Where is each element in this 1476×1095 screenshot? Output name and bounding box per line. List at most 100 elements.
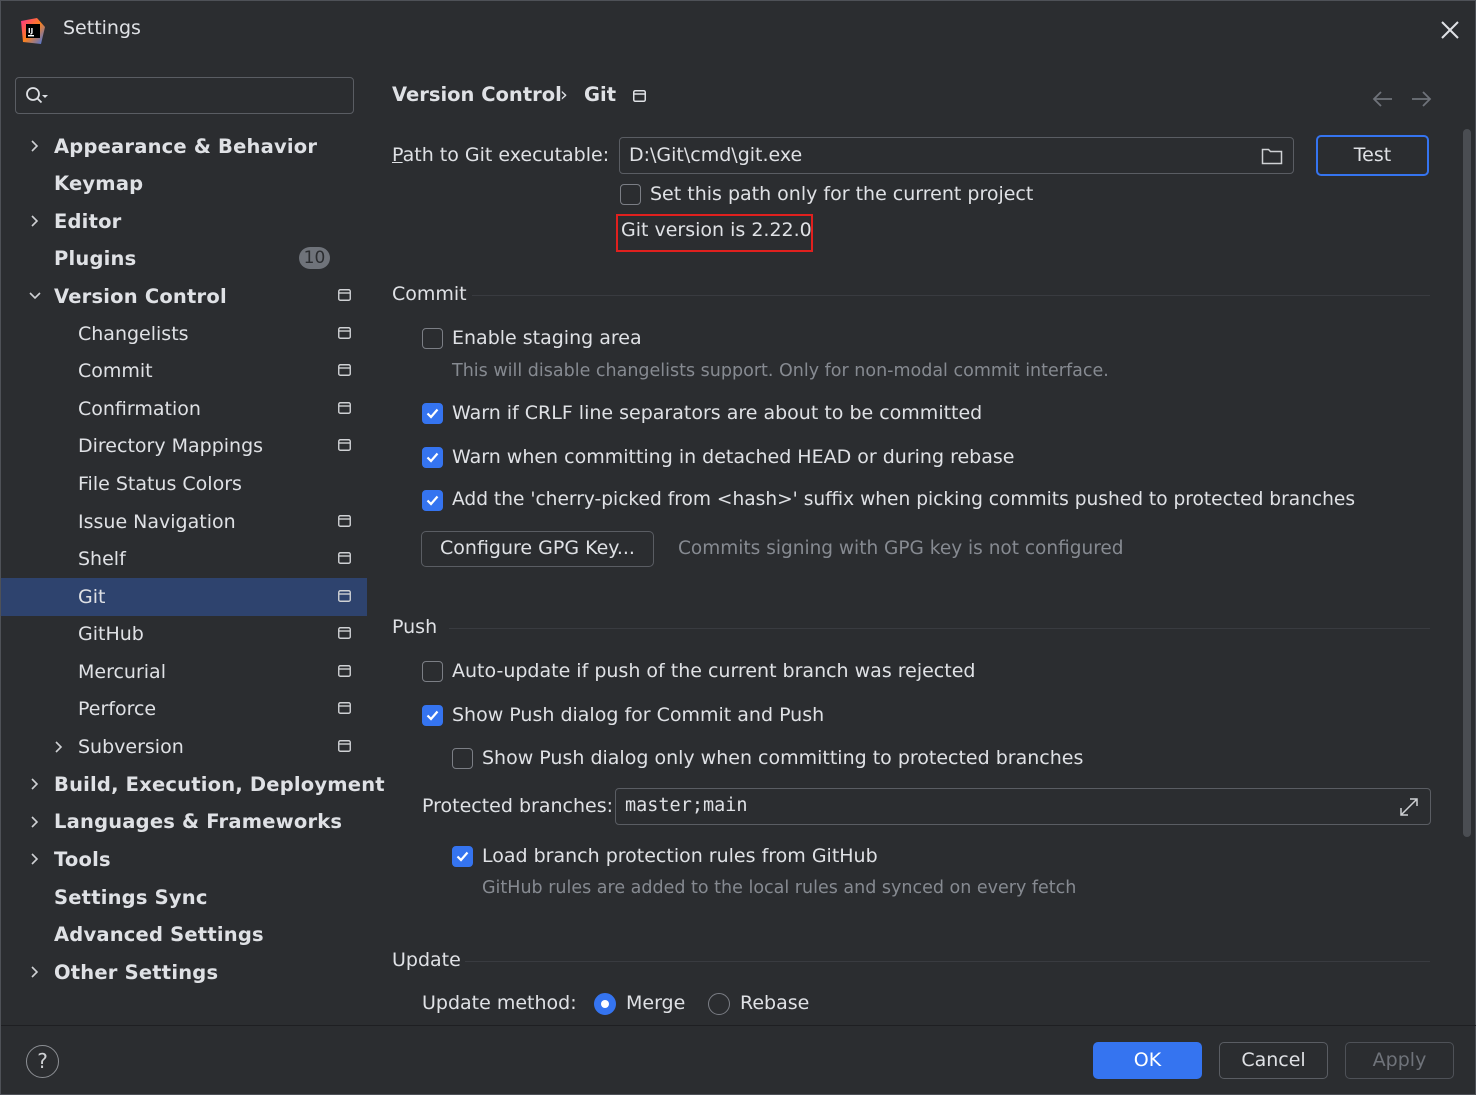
sidebar-item-languages-frameworks[interactable]: Languages & Frameworks [1,803,367,841]
sidebar-item-commit[interactable]: Commit [1,352,367,390]
help-button[interactable]: ? [26,1045,59,1078]
breadcrumb-separator: › [560,83,568,106]
sidebar-item-subversion[interactable]: Subversion [1,728,367,766]
protected-only-label: Show Push dialog only when committing to… [482,747,1084,769]
sidebar-item-label: Mercurial [78,660,166,683]
cherry-pick-label: Add the 'cherry-picked from <hash>' suff… [452,489,1356,510]
folder-icon[interactable] [1261,147,1283,165]
sidebar-item-file-status-colors[interactable]: File Status Colors [1,465,367,503]
sidebar-item-mercurial[interactable]: Mercurial [1,653,367,691]
sidebar-item-git[interactable]: Git [1,577,367,616]
sidebar-item-build-execution-deployment[interactable]: Build, Execution, Deployment [1,765,385,803]
sidebar-item-directory-mappings[interactable]: Directory Mappings [1,427,367,465]
sidebar-item-advanced-settings[interactable]: Advanced Settings [1,916,367,954]
sidebar-item-editor[interactable]: Editor [1,202,367,240]
auto-update-checkbox[interactable] [422,661,443,682]
cancel-button[interactable]: Cancel [1219,1042,1328,1079]
rebase-radio[interactable] [708,993,730,1015]
test-button[interactable]: Test [1316,135,1429,176]
push-separator [449,628,1430,629]
sidebar-item-label: Commit [78,360,153,383]
protected-branches-field[interactable]: master;main [615,788,1431,825]
commit-separator [472,295,1430,296]
sidebar-item-confirmation[interactable]: Confirmation [1,390,367,428]
sidebar-item-label: Languages & Frameworks [54,810,343,834]
chevron-right-icon[interactable] [52,740,66,754]
project-level-icon [338,401,351,414]
chevron-right-icon[interactable] [28,214,42,228]
git-path-label-text: ath to Git executable: [402,144,610,166]
breadcrumb-current: Git [584,83,617,106]
git-path-value: D:\Git\cmd\git.exe [629,144,803,166]
intellij-logo-icon: IJ [21,18,45,44]
breadcrumb-parent[interactable]: Version Control [392,83,562,106]
project-level-icon [338,552,351,564]
checkmark-icon [426,710,439,721]
sidebar-item-label: Perforce [78,698,157,721]
sidebar-item-version-control[interactable]: Version Control [1,277,367,315]
git-settings-panel: Version Control › Git Path to Git execut… [367,61,1476,1025]
vertical-scrollbar[interactable] [1463,129,1471,837]
checkmark-icon [426,452,439,463]
checkmark-icon [426,495,439,506]
sidebar-item-issue-navigation[interactable]: Issue Navigation [1,503,367,541]
sidebar-item-github[interactable]: GitHub [1,615,367,653]
sidebar-item-changelists[interactable]: Changelists [1,315,367,353]
chevron-right-icon[interactable] [28,965,42,979]
project-level-icon [338,289,351,302]
github-rules-checkbox[interactable] [452,846,473,867]
ok-button[interactable]: OK [1093,1042,1202,1079]
protected-branches-label: Protected branches: [422,795,614,817]
project-level-icon [633,90,646,102]
chevron-right-icon[interactable] [28,139,42,153]
git-path-label: Path to Git executable: [392,144,609,166]
expand-icon[interactable] [1398,796,1420,818]
gpg-hint: Commits signing with GPG key is not conf… [678,538,1124,559]
project-only-label: Set this path only for the current proje… [650,183,1034,205]
cherry-pick-checkbox[interactable] [422,490,443,511]
sidebar-item-plugins[interactable]: Plugins 10 [1,240,367,278]
sidebar-item-perforce[interactable]: Perforce [1,690,367,728]
github-rules-hint: GitHub rules are added to the local rule… [482,878,1077,898]
chevron-right-icon[interactable] [28,777,42,791]
merge-radio[interactable] [594,993,616,1015]
update-method-label: Update method: [422,992,577,1014]
project-level-icon [338,439,351,452]
sidebar-item-label: Shelf [78,548,126,571]
update-section-title: Update [392,949,461,971]
crlf-label: Warn if CRLF line separators are about t… [452,402,983,424]
show-push-dialog-checkbox[interactable] [422,705,443,726]
chevron-down-icon[interactable] [28,289,42,303]
forward-arrow-icon[interactable] [1410,91,1432,107]
crlf-checkbox[interactable] [422,403,443,424]
detached-head-checkbox[interactable] [422,447,443,468]
sidebar-item-other-settings[interactable]: Other Settings [1,953,367,991]
sidebar-item-label: Directory Mappings [78,435,264,458]
sidebar-item-shelf[interactable]: Shelf [1,540,367,578]
sidebar-item-tools[interactable]: Tools [1,840,367,878]
git-version-text: Git version is 2.22.0 [621,219,812,241]
project-only-checkbox[interactable] [620,184,641,205]
sidebar-item-label: File Status Colors [78,472,242,495]
sidebar-item-appearance-behavior[interactable]: Appearance & Behavior [1,127,367,165]
back-arrow-icon[interactable] [1372,91,1394,107]
apply-button[interactable]: Apply [1345,1042,1454,1079]
protected-branches-value: master;main [625,795,748,816]
staging-checkbox[interactable] [422,328,443,349]
close-icon[interactable] [1437,17,1463,43]
sidebar-item-settings-sync[interactable]: Settings Sync [1,878,367,916]
git-path-field[interactable]: D:\Git\cmd\git.exe [619,137,1294,174]
sidebar-item-keymap[interactable]: Keymap [1,165,367,203]
chevron-right-icon[interactable] [28,815,42,829]
protected-only-checkbox[interactable] [452,748,473,769]
dialog-footer: ? OK Cancel Apply [1,1025,1476,1095]
sidebar-item-label: Settings Sync [54,885,208,909]
sidebar-item-label: Tools [54,847,111,871]
search-input[interactable] [15,77,354,114]
merge-label: Merge [626,992,686,1014]
chevron-right-icon[interactable] [28,852,42,866]
configure-gpg-button[interactable]: Configure GPG Key... [421,531,654,567]
sidebar-item-label: Other Settings [54,960,219,984]
search-icon [26,87,48,104]
project-level-icon [338,664,351,677]
